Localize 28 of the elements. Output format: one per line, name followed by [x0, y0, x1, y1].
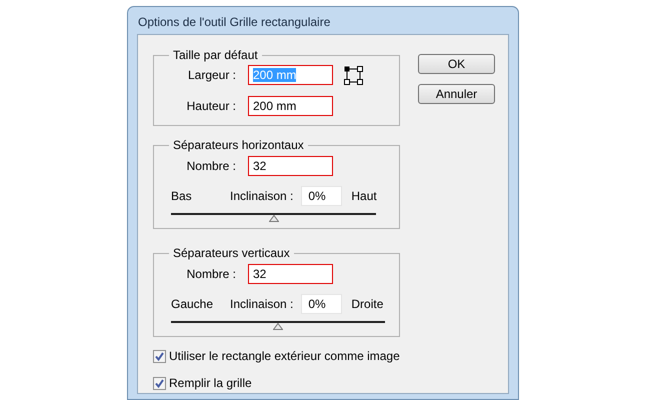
field-label: Hauteur :	[186, 98, 237, 115]
input-field[interactable]: 0%	[301, 294, 342, 314]
field-label: Haut	[351, 188, 377, 205]
dialog-button[interactable]: Annuler	[418, 84, 495, 104]
field-label: Largeur :	[186, 67, 237, 84]
field-label: Gauche	[171, 296, 214, 313]
slider[interactable]	[171, 213, 376, 222]
reference-point-icon[interactable]	[344, 66, 363, 84]
window-title: Options de l'outil Grille rectangulaire	[137, 14, 330, 30]
input-field[interactable]: 32	[248, 156, 333, 176]
checkbox[interactable]	[153, 376, 166, 390]
field-label: Droite	[351, 296, 384, 313]
slider[interactable]	[171, 321, 385, 330]
field-label: Inclinaison :	[230, 188, 294, 205]
checkbox[interactable]	[153, 350, 166, 362]
field-label: Bas	[171, 188, 193, 205]
input-field[interactable]: 32	[248, 264, 333, 284]
group-legend: Séparateurs horizontaux	[169, 138, 308, 152]
dialog-button[interactable]: OK	[418, 54, 495, 74]
field-label: Inclinaison :	[230, 296, 294, 313]
group-legend: Séparateurs verticaux	[169, 246, 294, 260]
checkbox-label: Remplir la grille	[169, 375, 252, 392]
input-field[interactable]: 200 mm	[248, 96, 333, 116]
checkbox-label: Utiliser le rectangle extérieur comme image	[169, 348, 400, 365]
field-label: Nombre :	[186, 266, 237, 283]
group-legend: Taille par défaut	[169, 48, 262, 62]
field-label: Nombre :	[186, 158, 237, 175]
input-field[interactable]: 0%	[301, 186, 342, 206]
